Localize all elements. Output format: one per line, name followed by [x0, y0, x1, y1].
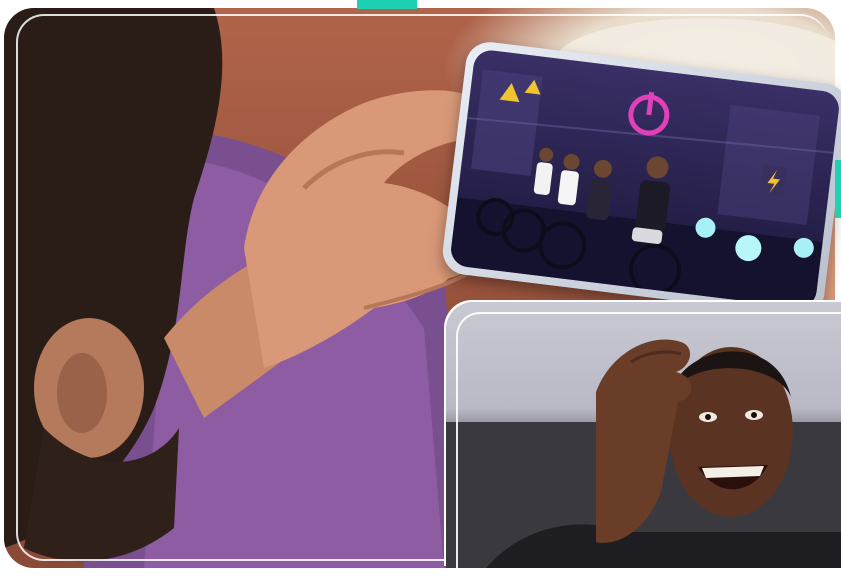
hero-collage: [0, 0, 841, 576]
inset-photo-illustration: [446, 339, 841, 568]
phone-screen: [449, 48, 841, 310]
phone-screen-scene: [449, 69, 834, 310]
accent-bar-right: [835, 160, 841, 218]
accent-bar-top: [357, 0, 417, 9]
smartphone: [440, 39, 841, 319]
inset-photo: [446, 302, 841, 568]
power-icon: [628, 91, 670, 136]
lightning-icon: [760, 164, 788, 198]
